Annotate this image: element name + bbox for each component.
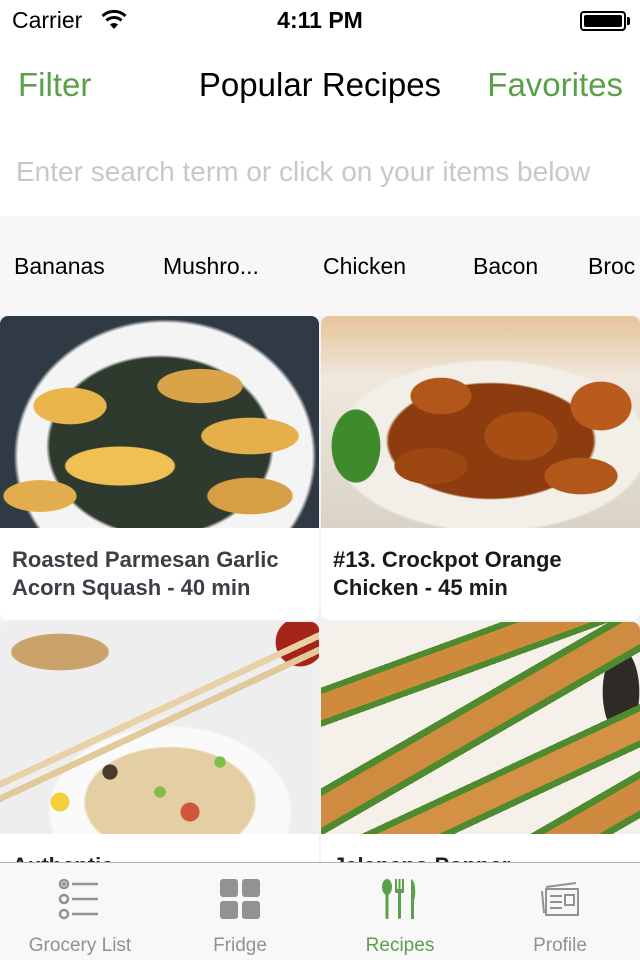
recipe-card[interactable]: #13. Crockpot Orange Chicken - 45 min	[321, 316, 640, 620]
grid-icon	[220, 879, 260, 919]
recipe-title: Roasted Parmesan Garlic Acorn Squash - 4…	[12, 547, 279, 600]
ingredient-chip[interactable]: Chicken	[323, 253, 406, 280]
recipe-image	[321, 622, 640, 834]
tab-bar: Grocery List Fridge Recipes Profile	[0, 862, 640, 960]
newspaper-icon	[541, 882, 579, 916]
recipe-card[interactable]: Jalapeno Popper ...	[321, 622, 640, 862]
tab-recipes[interactable]: Recipes	[320, 863, 480, 960]
tab-fridge[interactable]: Fridge	[160, 863, 320, 960]
ingredient-chip[interactable]: Broc	[588, 253, 635, 280]
tab-label: Grocery List	[28, 935, 132, 956]
ingredient-chip[interactable]: Bacon	[473, 253, 538, 280]
navigation-bar: Filter Popular Recipes Favorites	[0, 40, 640, 128]
recipe-image	[0, 316, 319, 528]
favorites-button[interactable]: Favorites	[487, 66, 623, 104]
recipe-title: Authentic ...	[12, 852, 307, 862]
recipe-card[interactable]: Roasted Parmesan Garlic Acorn Squash - 4…	[0, 316, 319, 620]
tab-label: Fridge	[213, 935, 267, 956]
search-input[interactable]	[16, 150, 626, 194]
search-bar	[0, 128, 640, 216]
tab-label: Recipes	[365, 935, 435, 956]
ingredient-chip[interactable]: Bananas	[14, 253, 105, 280]
ingredient-strip[interactable]: Bananas Mushro... Chicken Bacon Broc	[0, 216, 640, 316]
tab-label: Profile	[533, 935, 587, 956]
recipe-grid[interactable]: Roasted Parmesan Garlic Acorn Squash - 4…	[0, 316, 640, 862]
tab-profile[interactable]: Profile	[480, 863, 640, 960]
ingredient-chip[interactable]: Mushro...	[163, 253, 259, 280]
utensils-icon	[382, 879, 416, 919]
status-bar: Carrier 4:11 PM	[0, 0, 640, 40]
recipe-title: #13. Crockpot Orange Chicken - 45 min	[333, 547, 562, 600]
tab-grocery-list[interactable]: Grocery List	[0, 863, 160, 960]
battery-icon	[580, 11, 630, 31]
recipe-card[interactable]: Authentic ...	[0, 622, 319, 862]
recipe-image	[321, 316, 640, 528]
list-icon	[58, 878, 98, 920]
clock: 4:11 PM	[277, 7, 363, 33]
recipe-image	[0, 622, 319, 834]
recipe-title: Jalapeno Popper ...	[333, 852, 628, 862]
